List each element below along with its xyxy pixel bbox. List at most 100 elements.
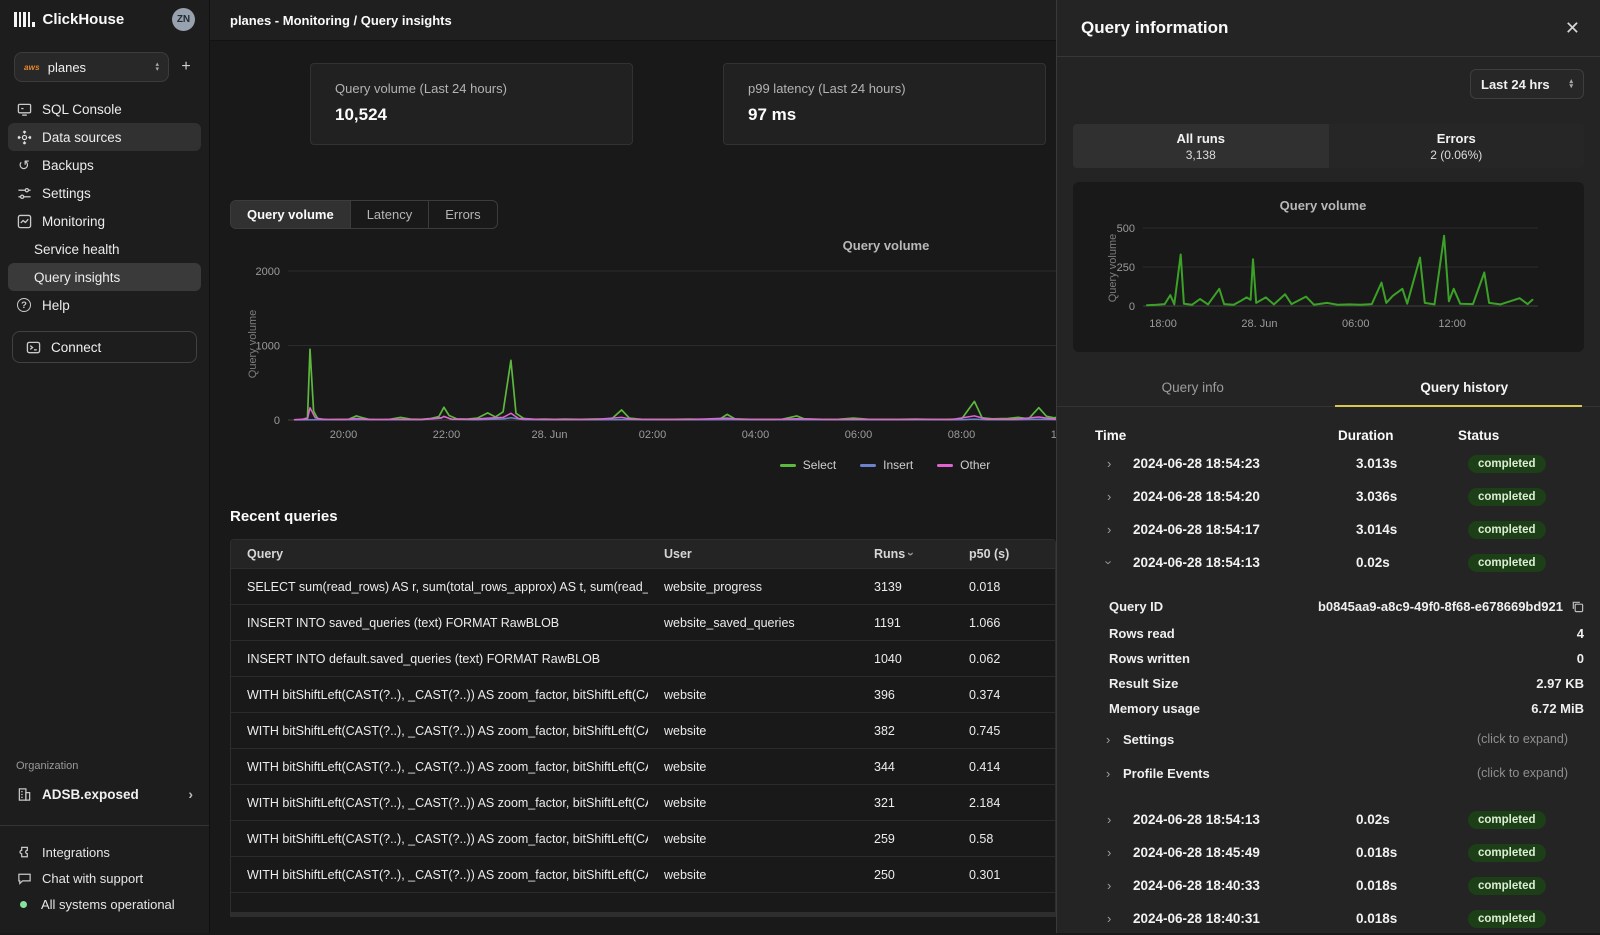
table-row[interactable]: WITH bitShiftLeft(CAST(?..), _CAST(?..))… — [231, 857, 1055, 893]
history-row[interactable]: › 2024-06-28 18:54:20 3.036s completed — [1057, 480, 1600, 513]
time-range-select[interactable]: Last 24 hrs ▴▾ — [1470, 69, 1584, 99]
chart-legend: Select Insert Other — [685, 458, 1085, 472]
tab-query-volume[interactable]: Query volume — [231, 201, 350, 228]
footer-item-label: All systems operational — [41, 897, 175, 912]
aws-icon: aws — [24, 63, 40, 72]
organization-switcher[interactable]: ADSB.exposed › — [8, 780, 201, 808]
svg-text:1000: 1000 — [256, 341, 280, 353]
memory-usage-value: 6.72 MiB — [1531, 701, 1584, 716]
col-p50[interactable]: p50 (s) — [953, 547, 1056, 561]
stat-label: Query volume (Last 24 hours) — [335, 81, 608, 96]
sidebar-item-integrations[interactable]: Integrations — [0, 839, 209, 865]
sidebar-item-label: SQL Console — [42, 102, 122, 117]
legend-other[interactable]: Other — [937, 458, 990, 472]
table-row[interactable]: WITH bitShiftLeft(CAST(?..), _CAST(?..))… — [231, 713, 1055, 749]
system-status[interactable]: All systems operational — [0, 891, 209, 917]
data-sources-icon — [16, 129, 32, 145]
sidebar-item-query-insights[interactable]: Query insights — [8, 263, 201, 291]
col-query[interactable]: Query — [231, 547, 648, 561]
history-row[interactable]: › 2024-06-28 18:54:17 3.014s completed — [1057, 513, 1600, 546]
sidebar-item-service-health[interactable]: Service health — [8, 235, 201, 263]
history-row[interactable]: › 2024-06-28 18:54:23 3.013s completed — [1057, 447, 1600, 480]
tab-query-info[interactable]: Query info — [1057, 368, 1329, 406]
result-size-value: 2.97 KB — [1536, 676, 1584, 691]
history-header: Time Duration Status — [1057, 423, 1600, 447]
svg-text:20:00: 20:00 — [330, 429, 358, 441]
footer-item-label: Integrations — [42, 845, 110, 860]
sidebar-item-sql-console[interactable]: SQL Console — [8, 95, 201, 123]
rows-written-value: 0 — [1577, 651, 1584, 666]
history-row-expanded[interactable]: › 2024-06-28 18:54:13 0.02s completed — [1057, 546, 1600, 579]
clickhouse-logo-icon — [14, 12, 35, 27]
table-row[interactable]: INSERT INTO default.saved_queries (text)… — [231, 641, 1055, 677]
query-id-label: Query ID — [1109, 599, 1163, 614]
rows-written-label: Rows written — [1109, 651, 1190, 666]
tab-latency[interactable]: Latency — [350, 201, 429, 228]
svg-text:500: 500 — [1117, 223, 1135, 235]
chevron-right-icon[interactable]: › — [1107, 845, 1133, 860]
chevron-right-icon[interactable]: › — [1107, 489, 1133, 504]
help-icon: ? — [16, 297, 32, 313]
svg-text:22:00: 22:00 — [433, 429, 461, 441]
svg-text:08:00: 08:00 — [948, 429, 976, 441]
workspace-select[interactable]: aws planes ▴▾ — [14, 52, 169, 82]
history-row[interactable]: › 2024-06-28 18:40:33 0.018s completed — [1057, 869, 1600, 902]
chevron-down-icon[interactable]: › — [1107, 555, 1133, 570]
user-avatar[interactable]: ZN — [172, 8, 195, 31]
sidebar-item-label: Service health — [34, 242, 120, 257]
restore-icon: ↺ — [16, 157, 32, 173]
sidebar-item-settings[interactable]: Settings — [8, 179, 201, 207]
chevron-updown-icon: ▴▾ — [1569, 79, 1573, 89]
history-row[interactable]: › 2024-06-28 18:54:13 0.02s completed — [1057, 803, 1600, 836]
sidebar-item-chat-support[interactable]: Chat with support — [0, 865, 209, 891]
svg-text:02:00: 02:00 — [639, 429, 667, 441]
table-row[interactable]: WITH bitShiftLeft(CAST(?..), _CAST(?..))… — [231, 821, 1055, 857]
svg-text:Query volume: Query volume — [247, 310, 259, 378]
legend-select[interactable]: Select — [780, 458, 836, 472]
settings-expander[interactable]: › Settings (click to expand) — [1057, 723, 1584, 755]
svg-text:250: 250 — [1117, 262, 1135, 274]
chevron-right-icon[interactable]: › — [1107, 812, 1133, 827]
profile-events-expander[interactable]: › Profile Events (click to expand) — [1057, 757, 1584, 789]
sidebar-item-help[interactable]: ? Help — [8, 291, 201, 319]
tab-errors[interactable]: Errors — [428, 201, 496, 228]
table-row[interactable]: WITH bitShiftLeft(CAST(?..), _CAST(?..))… — [231, 749, 1055, 785]
chevron-right-icon[interactable]: › — [1107, 522, 1133, 537]
query-information-panel: Query information ✕ Last 24 hrs ▴▾ All r… — [1056, 0, 1600, 933]
connect-button[interactable]: Connect — [12, 331, 197, 363]
table-row[interactable]: SELECT sum(read_rows) AS r, sum(total_ro… — [231, 569, 1055, 605]
status-badge: completed — [1468, 844, 1546, 862]
add-service-button[interactable]: + — [177, 58, 195, 76]
sidebar-item-monitoring[interactable]: Monitoring — [8, 207, 201, 235]
segment-errors[interactable]: Errors 2 (0.06%) — [1329, 124, 1585, 168]
organization-label: Organization — [0, 760, 209, 772]
segment-all-runs[interactable]: All runs 3,138 — [1073, 124, 1329, 168]
tab-query-history[interactable]: Query history — [1329, 368, 1600, 406]
chevron-right-icon[interactable]: › — [1107, 878, 1133, 893]
col-runs[interactable]: Runs› — [858, 547, 953, 561]
sidebar-item-data-sources[interactable]: Data sources — [8, 123, 201, 151]
table-row[interactable]: WITH bitShiftLeft(CAST(?..), _CAST(?..))… — [231, 785, 1055, 821]
status-badge: completed — [1468, 488, 1546, 506]
status-badge: completed — [1468, 910, 1546, 928]
table-scrollbar[interactable] — [230, 912, 1056, 917]
stat-value: 10,524 — [335, 105, 608, 125]
table-row[interactable]: WITH bitShiftLeft(CAST(?..), _CAST(?..))… — [231, 677, 1055, 713]
table-row[interactable]: INSERT INTO saved_queries (text) FORMAT … — [231, 605, 1055, 641]
sidebar-item-label: Monitoring — [42, 214, 105, 229]
chevron-right-icon[interactable]: › — [1107, 456, 1133, 471]
history-row[interactable]: › 2024-06-28 18:40:31 0.018s completed — [1057, 902, 1600, 935]
close-icon[interactable]: ✕ — [1565, 19, 1580, 37]
sidebar: ClickHouse ZN aws planes ▴▾ + SQL Consol… — [0, 0, 210, 933]
sort-desc-icon: › — [904, 552, 918, 556]
col-user[interactable]: User — [648, 547, 858, 561]
copy-icon[interactable] — [1571, 600, 1584, 613]
chevron-right-icon[interactable]: › — [1107, 911, 1133, 926]
history-row[interactable]: › 2024-06-28 18:45:49 0.018s completed — [1057, 836, 1600, 869]
panel-query-volume-chart: 025050018:0028. Jun06:0012:00Query volum… — [1073, 182, 1584, 352]
stat-label: p99 latency (Last 24 hours) — [748, 81, 1021, 96]
sidebar-item-backups[interactable]: ↺ Backups — [8, 151, 201, 179]
svg-text:0: 0 — [1129, 301, 1135, 313]
chevron-updown-icon: ▴▾ — [155, 62, 159, 72]
legend-insert[interactable]: Insert — [860, 458, 913, 472]
